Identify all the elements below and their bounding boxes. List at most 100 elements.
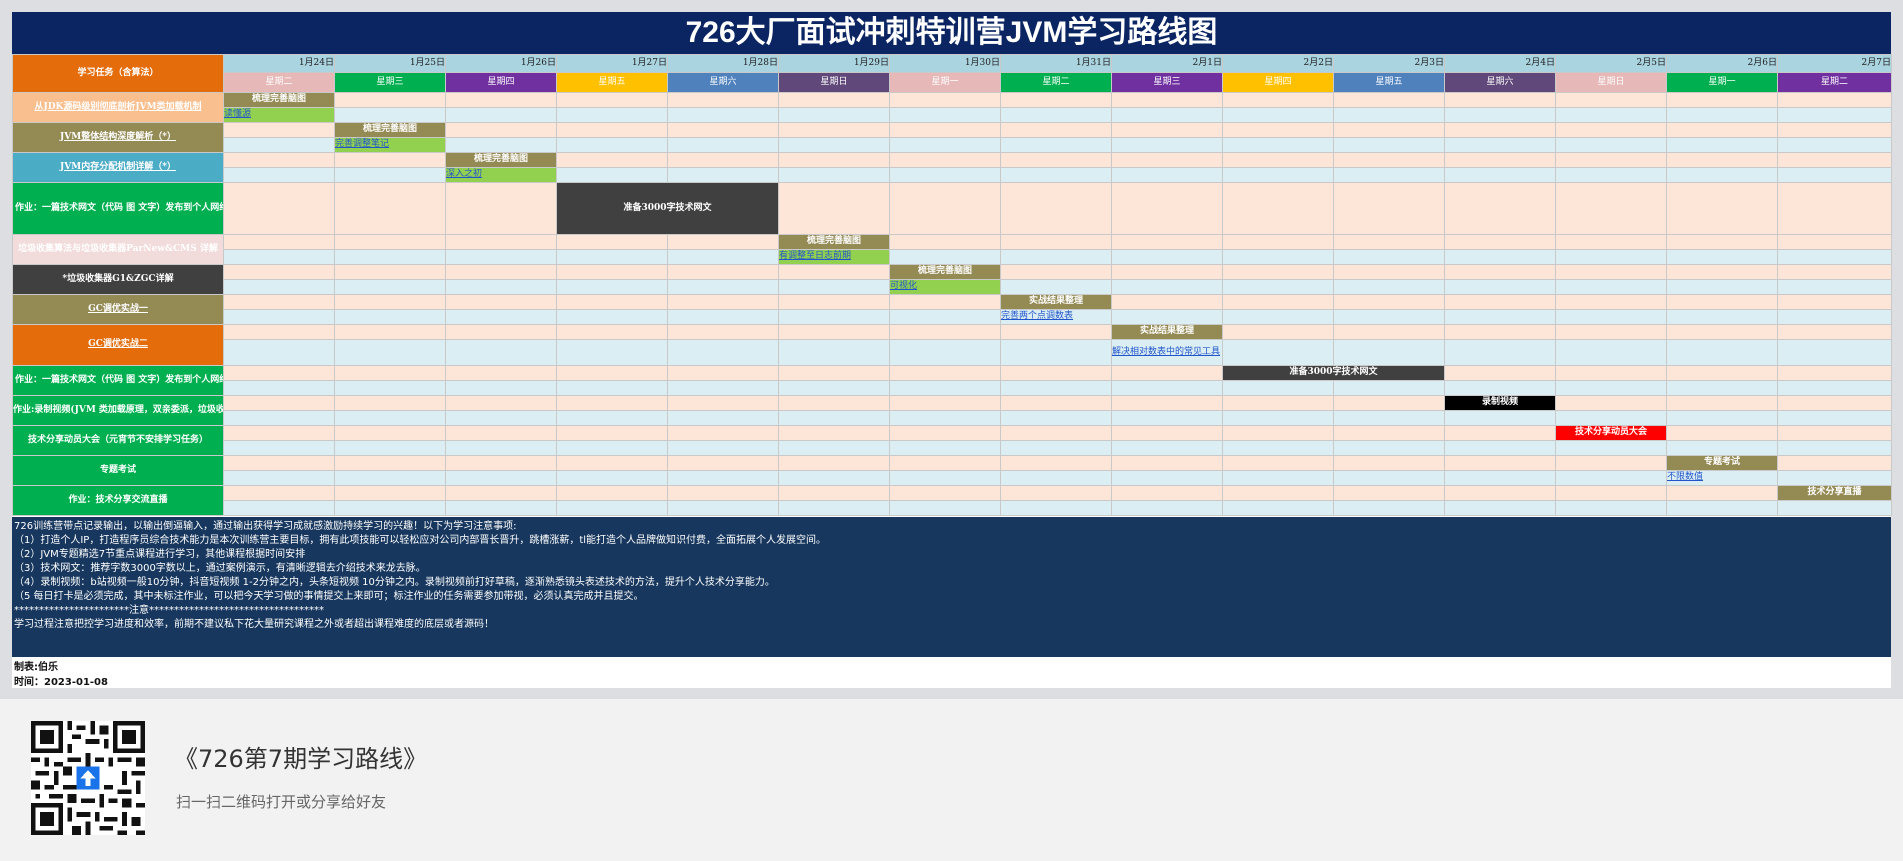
grid-cell (1222, 324, 1334, 340)
grid-cell (778, 380, 890, 396)
note-link[interactable]: 读懂源 (223, 107, 335, 123)
grid-cell (1666, 425, 1778, 441)
grid-cell (889, 182, 1001, 235)
grid-cell (889, 107, 1001, 123)
grid-cell (667, 234, 779, 250)
grid-cell (334, 500, 446, 516)
notes-panel: 726训练营带点记录输出，以输出倒逼输入，通过输出获得学习成就感激励持续学习的兴… (12, 517, 1891, 657)
grid-cell (889, 470, 1001, 486)
grid-cell (667, 395, 779, 411)
schedule-row (13, 500, 1892, 516)
grid-cell (223, 294, 335, 310)
grid-cell (1111, 365, 1223, 381)
grid-cell (1666, 152, 1778, 168)
grid-cell (1000, 470, 1112, 486)
grid-cell (223, 485, 335, 501)
grid-cell (334, 485, 446, 501)
note-line: （4）录制视频：b站视频一般10分钟，抖音短视频 1-2分钟之内，头条短视频 1… (14, 577, 775, 588)
grid-cell (1777, 92, 1892, 108)
note-link[interactable]: 不限数值 (1666, 470, 1778, 486)
grid-cell (1333, 410, 1445, 426)
date-header: 1月25日 (334, 54, 446, 73)
grid-cell (1444, 92, 1556, 108)
grid-cell (1666, 485, 1778, 501)
grid-cell (1222, 470, 1334, 486)
grid-cell (1666, 294, 1778, 310)
grid-cell (334, 107, 446, 123)
grid-cell (1777, 395, 1892, 411)
grid-cell (1666, 365, 1778, 381)
weekday-header: 星期六 (1444, 72, 1556, 93)
grid-cell (1555, 470, 1667, 486)
grid-cell (334, 440, 446, 456)
grid-cell (1111, 425, 1223, 441)
grid-cell (556, 122, 668, 138)
grid-cell (1444, 234, 1556, 250)
date-header: 1月31日 (1000, 54, 1112, 73)
note-link[interactable]: 可视化 (889, 279, 1001, 295)
schedule-row (13, 410, 1892, 426)
task-label: GC调优实战一 (12, 294, 224, 325)
date-header: 1月27日 (556, 54, 668, 73)
grid-cell (667, 107, 779, 123)
summary-label: 梳理完善脑图 (334, 122, 446, 138)
grid-cell (1000, 324, 1112, 340)
grid-cell (667, 365, 779, 381)
grid-cell (778, 324, 890, 340)
grid-cell (1333, 294, 1445, 310)
grid-cell (334, 410, 446, 426)
grid-cell (556, 264, 668, 280)
writing-task-block: 准备3000字技术网文 (556, 182, 779, 235)
grid-cell (445, 339, 557, 366)
grid-cell (1666, 324, 1778, 340)
grid-cell (1555, 485, 1667, 501)
grid-cell (1777, 249, 1892, 265)
grid-cell (1444, 410, 1556, 426)
grid-cell (1222, 339, 1334, 366)
grid-cell (223, 470, 335, 486)
note-line: （1）打造个人IP，打造程序员综合技术能力是本次训练营主要目标，拥有此项技能可以… (14, 535, 827, 546)
grid-cell (1555, 279, 1667, 295)
task-label: 作业：一篇技术网文（代码 图 文字）发布到个人网络平台，内容范围参考前面3节课程… (12, 365, 224, 396)
grid-cell (334, 309, 446, 325)
grid-cell (1222, 380, 1334, 396)
grid-cell (1777, 264, 1892, 280)
grid-cell (1333, 455, 1445, 471)
grid-cell (445, 425, 557, 441)
grid-cell (1555, 234, 1667, 250)
grid-cell (223, 264, 335, 280)
note-link[interactable]: 解决相对数表中的常见工具 (1111, 339, 1223, 366)
grid-cell (334, 470, 446, 486)
time-label: 时间：2023-01-08 (14, 677, 108, 688)
schedule-table: 学习任务（含算法） 1月24日 1月25日 1月26日 1月27日 1月28日 1月29日 1… (12, 54, 1892, 516)
note-link[interactable]: 完善两个点调数表 (1000, 309, 1112, 325)
grid-cell (334, 234, 446, 250)
grid-cell (334, 92, 446, 108)
grid-cell (889, 249, 1001, 265)
schedule-sheet: 726大厂面试冲刺特训营JVM学习路线图 学习任务（含算法） 1月24日 1月25日… (12, 12, 1892, 688)
grid-cell (1444, 107, 1556, 123)
grid-cell (667, 122, 779, 138)
note-link[interactable]: 深入之初 (445, 167, 557, 183)
note-link[interactable]: 有调整至日志前期 (778, 249, 890, 265)
schedule-row (13, 380, 1892, 396)
note-link[interactable]: 完善调整笔记 (334, 137, 446, 153)
grid-cell (1222, 122, 1334, 138)
grid-cell (1555, 309, 1667, 325)
grid-cell (1000, 485, 1112, 501)
qr-code-icon[interactable] (31, 721, 145, 835)
meeting-label: 技术分享动员大会 (1555, 425, 1667, 441)
grid-cell (223, 122, 335, 138)
grid-cell (1666, 249, 1778, 265)
grid-cell (445, 380, 557, 396)
grid-cell (556, 167, 668, 183)
grid-cell (1777, 365, 1892, 381)
grid-cell (1777, 279, 1892, 295)
grid-cell (223, 279, 335, 295)
grid-cell (223, 309, 335, 325)
live-label: 技术分享直播 (1777, 485, 1892, 501)
grid-cell (334, 339, 446, 366)
task-column-header: 学习任务（含算法） (12, 54, 224, 93)
grid-cell (1000, 264, 1112, 280)
grid-cell (223, 182, 335, 235)
